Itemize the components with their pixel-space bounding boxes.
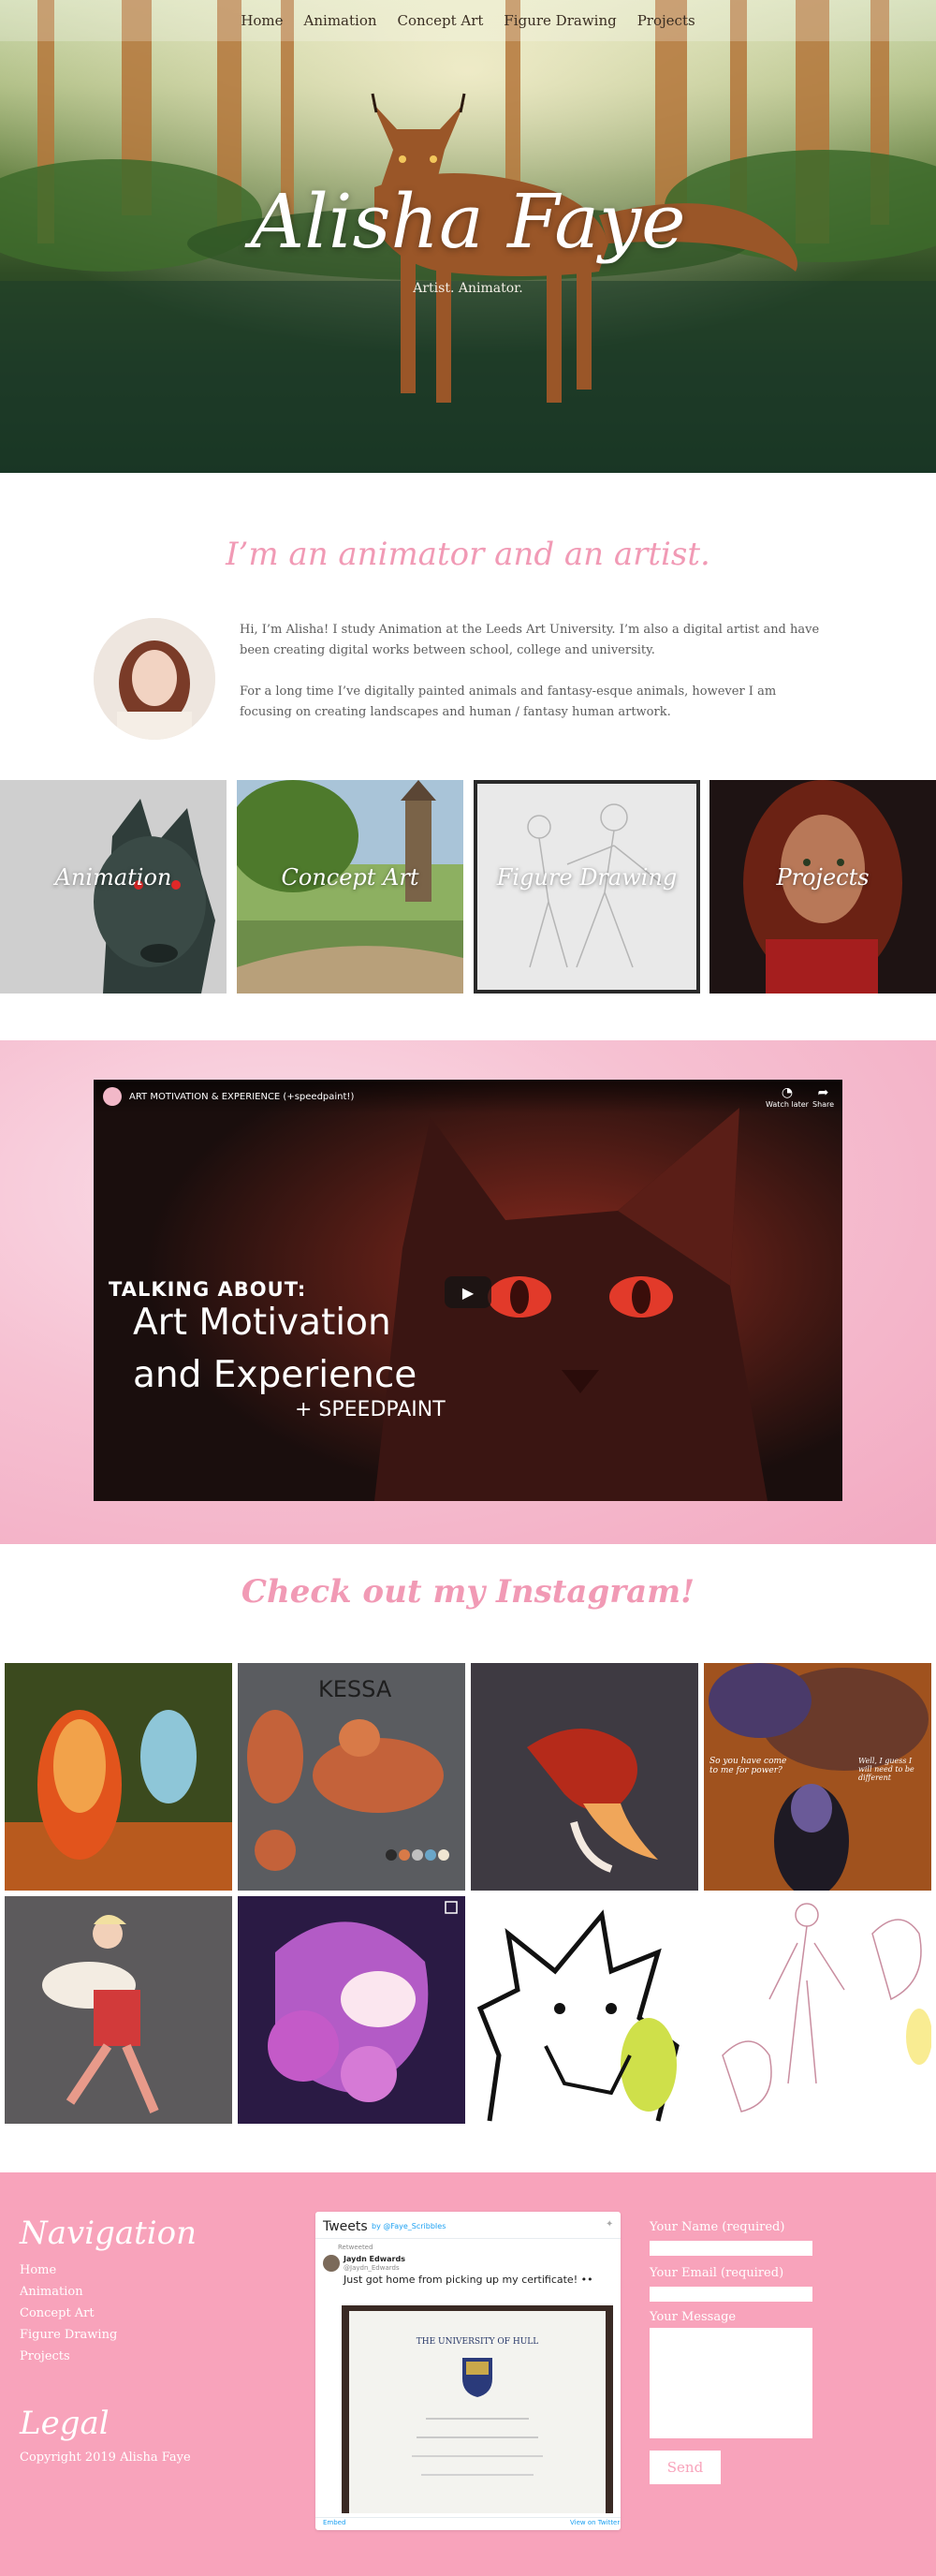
instagram-post-7[interactable] (471, 1896, 698, 2124)
instagram-post-8[interactable] (704, 1896, 931, 2124)
footer-link-animation[interactable]: Animation (20, 2281, 117, 2303)
watch-later-label: Watch later (766, 1100, 809, 1109)
avatar (94, 618, 215, 740)
about-paragraph-1: Hi, I’m Alisha! I study Animation at the… (240, 623, 820, 657)
footer-nav-heading: Navigation (20, 2215, 197, 2252)
tweet-author[interactable]: Jaydn Edwards (344, 2255, 405, 2263)
thumb-line-2: Art Motivation and Experience (133, 1302, 417, 1396)
dancer-image (5, 1896, 232, 2124)
clock-icon: ◔ (781, 1085, 794, 1100)
tile-label-concept-art: Concept Art (281, 864, 419, 891)
nav-figure-drawing[interactable]: Figure Drawing (504, 12, 616, 29)
watch-later-button[interactable]: ◔ Watch later (766, 1085, 809, 1109)
comic-speech-1: So you have come to me for power? (709, 1757, 787, 1775)
play-button[interactable]: ▶ (445, 1276, 491, 1308)
comic-speech-2: Well, I guess I will need to be differen… (858, 1757, 914, 1782)
hero-subtitle: Artist. Animator. (413, 281, 523, 296)
send-button[interactable]: Send (650, 2451, 721, 2484)
copyright-text: Copyright 2019 Alisha Faye (20, 2451, 191, 2465)
footer-link-projects[interactable]: Projects (20, 2346, 117, 2367)
tweet-text: Just got home from picking up my certifi… (344, 2274, 593, 2286)
fox-leap-image (471, 1663, 698, 1891)
nav-animation[interactable]: Animation (304, 12, 377, 29)
hero-title: Alisha Faye (250, 178, 686, 265)
hero-banner: Alisha Faye Artist. Animator. (0, 0, 936, 473)
view-on-twitter-link[interactable]: View on Twitter (570, 2519, 620, 2526)
profile-photo (94, 618, 215, 740)
widget-divider (315, 2238, 621, 2239)
instagram-post-2[interactable]: KESSA (238, 1663, 465, 1891)
certificate-university: THE UNIVERSITY OF HULL (416, 2337, 539, 2347)
nav-projects[interactable]: Projects (637, 12, 695, 29)
tile-label-projects: Projects (776, 864, 870, 891)
tweet-image[interactable]: THE UNIVERSITY OF HULL (342, 2305, 613, 2513)
email-field[interactable] (650, 2287, 812, 2302)
embed-link[interactable]: Embed (323, 2519, 345, 2526)
footer-link-concept-art[interactable]: Concept Art (20, 2303, 117, 2324)
nav-home[interactable]: Home (241, 12, 283, 29)
youtube-embed[interactable]: ART MOTIVATION & EXPERIENCE (+speedpaint… (94, 1080, 842, 1501)
instagram-post-4[interactable]: So you have come to me for power? Well, … (704, 1663, 931, 1891)
name-label: Your Name (required) (650, 2220, 785, 2234)
tile-label-figure-drawing: Figure Drawing (496, 864, 678, 891)
instagram-heading: Check out my Instagram! (241, 1573, 695, 1611)
character-sketch-image (704, 1896, 931, 2124)
share-button[interactable]: ➦ Share (812, 1085, 834, 1109)
message-field[interactable] (650, 2328, 812, 2438)
footer-link-figure-drawing[interactable]: Figure Drawing (20, 2324, 117, 2346)
thumb-line-3: + SPEEDPAINT (295, 1398, 446, 1421)
instagram-post-3[interactable] (471, 1663, 698, 1891)
tile-figure-drawing[interactable]: Figure Drawing (474, 780, 700, 994)
kessa-label: KESSA (318, 1676, 392, 1702)
university-crest-icon (462, 2358, 492, 2397)
footer-nav-list: Home Animation Concept Art Figure Drawin… (20, 2260, 117, 2367)
message-label: Your Message (650, 2310, 737, 2324)
tile-projects[interactable]: Projects (709, 780, 936, 994)
video-title-bar: ART MOTIVATION & EXPERIENCE (+speedpaint… (94, 1080, 842, 1113)
name-field[interactable] (650, 2241, 812, 2256)
fire-cat-image (5, 1663, 232, 1891)
tweets-by[interactable]: by @Faye_ScribbIes (372, 2222, 446, 2230)
twitter-widget: Tweets by @Faye_ScribbIes ✦ Retweeted Ja… (315, 2212, 621, 2530)
tweet-handle[interactable]: @Jaydn_Edwards (344, 2264, 400, 2272)
email-label: Your Email (required) (650, 2266, 784, 2280)
share-icon: ➦ (817, 1085, 829, 1100)
instagram-post-6[interactable] (238, 1896, 465, 2124)
footer-legal-heading: Legal (20, 2405, 110, 2442)
tweets-title: Tweets (323, 2219, 368, 2234)
twitter-bird-icon: ✦ (606, 2219, 614, 2230)
instagram-post-5[interactable] (5, 1896, 232, 2124)
instagram-post-1[interactable] (5, 1663, 232, 1891)
play-icon: ▶ (461, 1283, 475, 1302)
tweet-avatar[interactable] (323, 2255, 340, 2272)
nav-concept-art[interactable]: Concept Art (398, 12, 484, 29)
about-paragraph-2: For a long time I’ve digitally painted a… (240, 684, 777, 719)
about-text: Hi, I’m Alisha! I study Animation at the… (240, 620, 829, 743)
moon-flowers-image (238, 1896, 465, 2124)
tile-concept-art[interactable]: Concept Art (237, 780, 463, 994)
about-heading: I’m an animator and an artist. (226, 536, 710, 573)
wolf-sketch-image (471, 1896, 698, 2124)
tile-animation[interactable]: Animation (0, 780, 227, 994)
category-tiles: Animation Concept Art Figure Drawing Pro… (0, 780, 936, 994)
video-section: ART MOTIVATION & EXPERIENCE (+speedpaint… (0, 1040, 936, 1544)
top-nav: Home Animation Concept Art Figure Drawin… (0, 0, 936, 41)
video-title[interactable]: ART MOTIVATION & EXPERIENCE (+speedpaint… (129, 1092, 354, 1102)
channel-avatar[interactable] (103, 1087, 122, 1106)
share-label: Share (812, 1100, 835, 1109)
tile-label-animation: Animation (54, 864, 172, 891)
retweet-label: Retweeted (338, 2244, 373, 2251)
footer-link-home[interactable]: Home (20, 2260, 117, 2281)
